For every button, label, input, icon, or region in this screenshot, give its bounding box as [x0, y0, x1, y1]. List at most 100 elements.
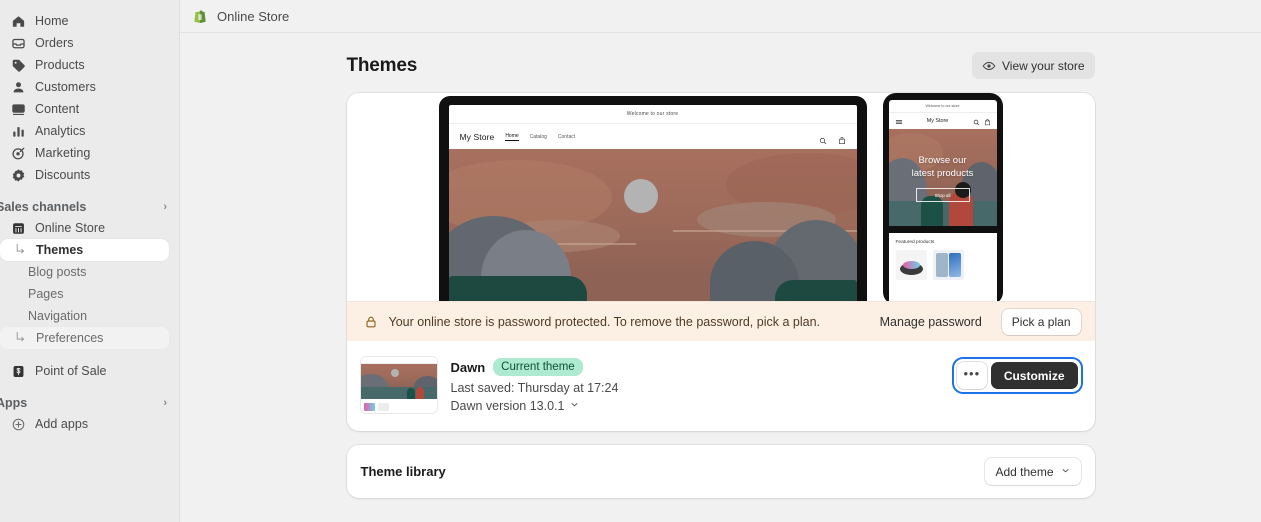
- sidebar-item-pages[interactable]: Pages: [0, 283, 169, 305]
- desktop-preview[interactable]: Welcome to our store My Store Home Catal…: [438, 96, 867, 301]
- page-title: Themes: [346, 54, 418, 76]
- product-thumbnail-phone[interactable]: [932, 250, 964, 280]
- view-your-store-button[interactable]: View your store: [972, 52, 1095, 79]
- mobile-announcement-bar: Welcome to our store: [925, 104, 960, 108]
- sidebar-label: Add apps: [35, 417, 89, 431]
- more-actions-button[interactable]: •••: [956, 362, 987, 389]
- sidebar-item-customers[interactable]: Customers: [4, 76, 171, 98]
- theme-library-title: Theme library: [360, 464, 446, 479]
- nav-divider-gap: [0, 186, 179, 197]
- theme-preview-area: Welcome to our store My Store Home Catal…: [346, 93, 1095, 301]
- sidebar-section-sales-channels[interactable]: Sales channels ›: [0, 197, 179, 217]
- mobile-storefront-brand: My Store: [926, 118, 949, 124]
- theme-version-dropdown[interactable]: Dawn version 13.0.1: [451, 399, 940, 413]
- theme-last-saved: Last saved: Thursday at 17:24: [450, 381, 619, 395]
- sidebar-label: Orders: [35, 36, 74, 50]
- section-label: Apps: [0, 396, 28, 410]
- theme-version-label: Dawn version 13.0.1: [450, 399, 565, 413]
- sidebar-item-discounts[interactable]: Discounts: [4, 164, 171, 186]
- sidebar-item-blog-posts[interactable]: Blog posts: [0, 261, 169, 283]
- customers-person-icon: [10, 79, 26, 95]
- mobile-featured-title: Featured products: [895, 240, 935, 245]
- desktop-storefront-nav: My Store Home Catalog Contact: [448, 123, 857, 149]
- mobile-featured-products: Featured products: [889, 233, 997, 280]
- analytics-bars-icon: [10, 123, 26, 139]
- sidebar-label: Navigation: [28, 309, 88, 323]
- add-theme-button[interactable]: Add theme: [985, 458, 1081, 485]
- sidebar-item-products[interactable]: Products: [4, 54, 171, 76]
- mobile-shop-all-button[interactable]: Shop all: [915, 188, 970, 202]
- sidebar-item-home[interactable]: Home: [4, 10, 171, 32]
- sidebar-section-apps[interactable]: Apps ›: [0, 393, 179, 413]
- view-your-store-label: View your store: [1002, 58, 1085, 73]
- thumbnail-hero: [360, 364, 437, 399]
- storefront-brand: My Store: [459, 131, 495, 142]
- pos-icon: [10, 363, 26, 379]
- eye-icon: [982, 59, 996, 73]
- mobile-hero-line2: latest products: [911, 168, 974, 179]
- sidebar-item-themes[interactable]: Themes: [0, 239, 169, 261]
- sidebar-item-point-of-sale[interactable]: Point of Sale: [4, 360, 171, 382]
- cart-icon[interactable]: [838, 133, 846, 144]
- storefront-nav-home[interactable]: Home: [505, 133, 519, 141]
- sidebar-label: Pages: [28, 287, 64, 301]
- sidebar-item-marketing[interactable]: Marketing: [4, 142, 171, 164]
- customize-button[interactable]: Customize: [990, 362, 1078, 389]
- theme-name-line: Dawn Current theme: [451, 358, 940, 376]
- hamburger-icon[interactable]: [895, 114, 903, 129]
- sidebar-item-analytics[interactable]: Analytics: [4, 120, 171, 142]
- storefront-icon: [10, 220, 26, 236]
- main-content: Online Store Themes View your store Welc…: [180, 0, 1261, 522]
- sidebar-label: Home: [35, 14, 69, 28]
- chevron-down-icon: [1060, 465, 1071, 479]
- content-image-icon: [10, 101, 26, 117]
- nav-divider-gap-3: [0, 382, 179, 393]
- password-protection-banner: Your online store is password protected.…: [346, 301, 1095, 341]
- mobile-hero-line1: Browse our: [918, 155, 967, 166]
- sidebar-label: Discounts: [35, 168, 91, 182]
- banner-message: Your online store is password protected.…: [388, 314, 821, 329]
- search-icon[interactable]: [973, 114, 980, 129]
- sidebar-label: Content: [35, 102, 80, 116]
- discounts-badge-icon: [10, 167, 26, 183]
- chevron-down-icon: [569, 399, 580, 413]
- sidebar-item-add-apps[interactable]: Add apps: [4, 413, 171, 435]
- sidebar-item-orders[interactable]: Orders: [4, 32, 171, 54]
- page: Themes View your store Welcome to our st…: [180, 52, 1261, 498]
- storefront-nav-contact[interactable]: Contact: [558, 134, 575, 140]
- products-tag-icon: [10, 57, 26, 73]
- chevron-right-icon[interactable]: ›: [163, 201, 169, 213]
- storefront-nav-catalog[interactable]: Catalog: [530, 134, 547, 140]
- add-theme-label: Add theme: [995, 464, 1054, 479]
- shopify-bag-icon: [192, 8, 208, 24]
- cart-icon[interactable]: [984, 114, 991, 129]
- indent-arrow-icon: [14, 331, 28, 345]
- mobile-storefront-nav: My Store: [888, 112, 997, 129]
- section-label: Sales channels: [0, 200, 87, 214]
- manage-password-link[interactable]: Manage password: [880, 315, 982, 329]
- product-thumbnail-speaker[interactable]: [895, 250, 927, 280]
- sidebar-label: Products: [35, 58, 85, 72]
- mobile-preview-gap: [888, 226, 997, 233]
- theme-library-card: Theme library Add theme: [346, 445, 1095, 498]
- mobile-preview[interactable]: Welcome to our store My Store Browse our…: [882, 93, 1003, 301]
- thumbnail-featured-row: [360, 399, 437, 413]
- sidebar-item-online-store[interactable]: Online Store: [4, 217, 171, 239]
- sidebar-label: Point of Sale: [35, 364, 107, 378]
- theme-thumbnail[interactable]: [360, 357, 437, 413]
- desktop-hero-illustration: [448, 149, 857, 301]
- pick-a-plan-button[interactable]: Pick a plan: [1001, 308, 1081, 335]
- sidebar-item-navigation[interactable]: Navigation: [0, 305, 169, 327]
- mobile-hero-heading: Browse our latest products: [889, 154, 997, 180]
- sidebar-label: Online Store: [35, 221, 106, 235]
- sidebar-item-preferences[interactable]: Preferences: [0, 327, 169, 349]
- chevron-right-icon[interactable]: ›: [163, 397, 169, 409]
- theme-info: Dawn Current theme Last saved: Thursday …: [451, 357, 940, 413]
- sidebar-item-content[interactable]: Content: [4, 98, 171, 120]
- theme-actions: ••• Customize: [954, 357, 1081, 392]
- current-theme-card: Welcome to our store My Store Home Catal…: [346, 93, 1095, 431]
- desktop-preview-screen: Welcome to our store My Store Home Catal…: [448, 105, 857, 301]
- search-icon[interactable]: [819, 133, 827, 144]
- topbar: Online Store: [180, 0, 1261, 33]
- thumbnail-header-bar: [360, 357, 437, 364]
